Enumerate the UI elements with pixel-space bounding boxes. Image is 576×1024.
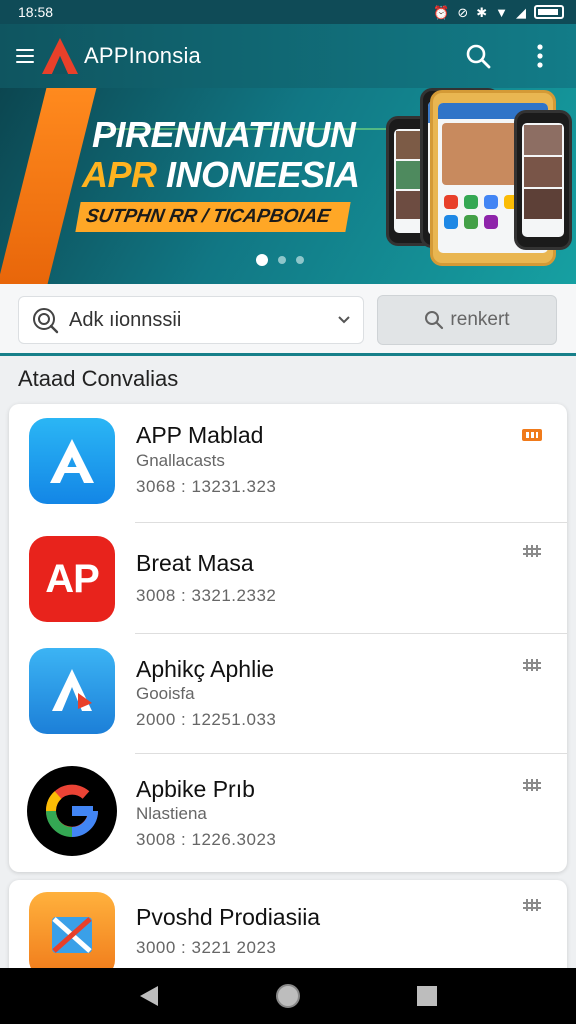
- app-a-icon: [29, 648, 115, 734]
- app-subtitle: Gnallacasts: [136, 451, 225, 470]
- back-button[interactable]: [129, 976, 169, 1016]
- banner-subtitle: SUTPHN RR / TICAPBOIAE: [75, 202, 351, 232]
- app-name: APP Mablad: [136, 422, 264, 448]
- grid-icon: [523, 545, 541, 557]
- app-subtitle: Nlastiena: [136, 804, 207, 823]
- more-vert-icon: [537, 44, 543, 68]
- search-category-icon: [33, 308, 59, 334]
- back-icon: [140, 986, 159, 1006]
- menu-icon[interactable]: [16, 49, 34, 63]
- carousel-dot[interactable]: [256, 254, 268, 266]
- list-item[interactable]: Aphikç Aphlie Gooisfa 2000 : 12251.033: [9, 634, 567, 754]
- bluetooth-icon: ✱: [476, 4, 488, 20]
- battery-icon: [534, 5, 564, 19]
- grid-icon: [523, 659, 541, 671]
- list-item[interactable]: APP Mablad Gnallacasts 3068 : 13231.323: [9, 404, 567, 524]
- grid-icon: [523, 779, 541, 791]
- recents-button[interactable]: [407, 976, 447, 1016]
- app-store-icon: [29, 418, 115, 504]
- app-bar: APPInonsia: [0, 24, 576, 88]
- carousel-indicator[interactable]: [256, 254, 304, 266]
- home-icon: [275, 984, 300, 1008]
- filter-row: Adk ıionnssii renkert: [0, 284, 576, 356]
- app-subtitle: Gooisfa: [136, 684, 195, 703]
- chevron-down-icon: [338, 316, 350, 324]
- app-list-card: APP Mablad Gnallacasts 3068 : 13231.323 …: [9, 404, 567, 872]
- phone-illustration-right: [514, 110, 572, 250]
- signal-icon: ◢: [516, 4, 526, 20]
- app-date: 3008 : 1226.3023: [136, 830, 277, 849]
- app-date: 2000 : 12251.033: [136, 710, 277, 729]
- banner-headline-2: APR INONEESIA: [82, 156, 360, 194]
- app-name: Apbike Prıb: [136, 776, 255, 802]
- carousel-dot[interactable]: [296, 256, 304, 264]
- status-time: 18:58: [18, 4, 54, 20]
- ap-app-icon: AP: [29, 536, 115, 622]
- divider: [135, 522, 567, 523]
- status-bar: 18:58 ⏰ ⊘ ✱ ▼ ◢: [0, 0, 576, 24]
- app-name: Breat Masa: [136, 550, 254, 576]
- search-icon: [466, 44, 491, 69]
- app-name: Pvoshd Prodiasiia: [136, 904, 321, 930]
- banner-headline-2-rest: INONEESIA: [156, 154, 360, 195]
- maps-app-icon: [29, 892, 115, 978]
- search-submit-button[interactable]: renkert: [377, 295, 557, 345]
- dropdown-value: Adk ıionnssii: [69, 308, 182, 331]
- section-title: Ataad Convalias: [18, 366, 179, 391]
- app-title: APPInonsia: [84, 43, 201, 68]
- system-nav-bar: [0, 968, 576, 1024]
- app-name: Aphikç Aphlie: [136, 656, 275, 682]
- home-button[interactable]: [268, 976, 308, 1016]
- category-dropdown[interactable]: Adk ıionnssii: [18, 296, 364, 344]
- app-list-card-partial: Pvoshd Prodiasiia 3000 : 3221 2023: [9, 880, 567, 980]
- list-item[interactable]: Apbike Prıb Nlastiena 3008 : 1226.3023: [9, 754, 567, 874]
- grid-icon: [523, 899, 541, 911]
- badge-icon: [522, 429, 542, 441]
- alarm-icon: ⏰: [433, 4, 450, 20]
- app-logo-icon: [40, 36, 80, 76]
- dnd-icon: ⊘: [457, 4, 469, 20]
- promo-banner[interactable]: PIRENNATINUN APR INONEESIA SUTPHN RR / T…: [0, 88, 576, 284]
- carousel-dot[interactable]: [278, 256, 286, 264]
- app-date: 3008 : 3321.2332: [136, 586, 277, 605]
- banner-headline: PIRENNATINUN: [92, 114, 356, 155]
- app-date: 3068 : 13231.323: [136, 477, 277, 496]
- recents-icon: [416, 986, 437, 1006]
- wifi-icon: ▼: [495, 4, 508, 20]
- search-button-label: renkert: [450, 309, 510, 330]
- app-date: 3000 : 3221 2023: [136, 938, 277, 957]
- banner-highlight: APR: [82, 154, 157, 195]
- more-options-button[interactable]: [520, 36, 560, 76]
- search-button[interactable]: [458, 36, 498, 76]
- search-icon: [425, 311, 444, 330]
- status-icons: ⏰ ⊘ ✱ ▼ ◢: [433, 5, 564, 19]
- google-icon: [27, 766, 117, 856]
- list-item[interactable]: AP Breat Masa 3008 : 3321.2332: [9, 524, 567, 644]
